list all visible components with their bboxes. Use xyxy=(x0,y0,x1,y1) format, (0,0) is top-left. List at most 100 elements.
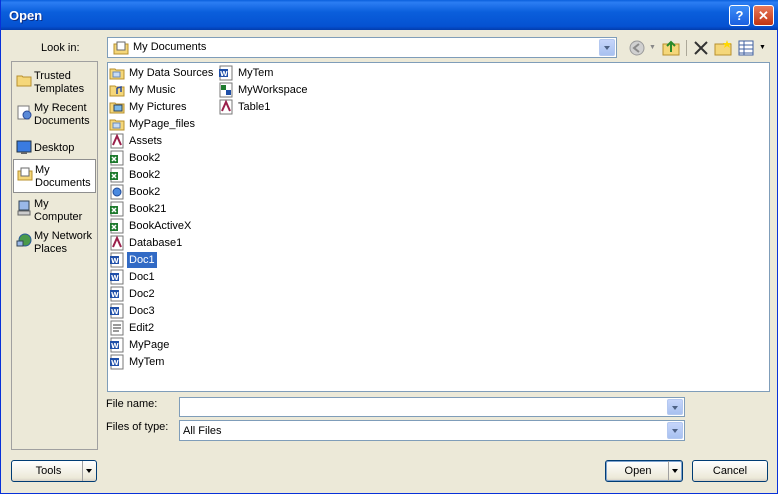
file-name: Edit2 xyxy=(129,322,155,334)
open-dropdown-icon[interactable] xyxy=(668,461,682,481)
file-name: Database1 xyxy=(129,237,183,249)
excel-file-icon xyxy=(110,218,124,234)
chevron-down-icon[interactable] xyxy=(599,39,615,56)
file-name: MyPage xyxy=(129,339,170,351)
word-file-icon: W xyxy=(110,337,124,353)
files-of-type-value: All Files xyxy=(183,425,222,437)
svg-text:W: W xyxy=(111,342,119,350)
file-name-label: File name: xyxy=(106,398,158,410)
word-file-icon: W xyxy=(110,269,124,285)
access-file-icon xyxy=(110,133,124,149)
open-label: Open xyxy=(624,465,652,477)
place-label: My Computer xyxy=(34,198,83,223)
close-icon: ✕ xyxy=(758,8,769,23)
word-file-icon: W xyxy=(110,354,124,370)
svg-text:W: W xyxy=(111,291,119,299)
file-name: My Music xyxy=(129,84,176,96)
title-bar: Open ? ✕ xyxy=(1,0,778,30)
svg-text:W: W xyxy=(111,359,119,367)
word-file-icon: W xyxy=(110,303,124,319)
music-folder-icon xyxy=(109,85,125,97)
file-name: Book2 xyxy=(129,152,161,164)
help-button[interactable]: ? xyxy=(729,5,750,26)
file-list[interactable]: My Data Sources My Music My Pictures MyPage… xyxy=(107,62,770,392)
access-file-icon xyxy=(110,235,124,251)
word-file-icon: W xyxy=(110,252,124,268)
folder-icon xyxy=(109,68,125,80)
up-folder-icon[interactable] xyxy=(661,38,681,58)
file-name: Doc1 xyxy=(129,271,155,283)
delete-icon[interactable] xyxy=(691,38,711,58)
close-button[interactable]: ✕ xyxy=(753,5,774,26)
file-name: Doc1 xyxy=(127,252,157,268)
word-file-icon: W xyxy=(219,65,233,81)
file-name: Book2 xyxy=(129,169,161,181)
pictures-folder-icon xyxy=(109,102,125,114)
file-name: Book2 xyxy=(129,186,161,198)
open-dialog: Open ? ✕ Look in: My Documents ▼ ▼ Trust… xyxy=(0,0,778,494)
excel-file-icon xyxy=(110,150,124,166)
recent-documents-icon xyxy=(17,105,32,120)
places-bar: Trusted Templates My Recent Documents De… xyxy=(11,61,98,450)
place-trusted-templates[interactable]: Trusted Templates xyxy=(13,66,96,100)
workspace-file-icon xyxy=(219,82,233,98)
back-dropdown-icon[interactable]: ▼ xyxy=(649,44,656,51)
file-name: MyTem xyxy=(129,356,165,368)
look-in-dropdown[interactable]: My Documents xyxy=(107,37,617,58)
file-name: My Pictures xyxy=(129,101,187,113)
place-label: Desktop xyxy=(34,142,75,154)
chevron-down-icon[interactable] xyxy=(667,399,683,415)
file-name: Assets xyxy=(129,135,163,147)
cancel-button[interactable]: Cancel xyxy=(692,460,768,482)
place-label: My Network Places xyxy=(34,230,93,255)
new-folder-icon[interactable] xyxy=(713,38,733,58)
tools-button[interactable]: Tools xyxy=(11,460,97,482)
files-of-type-dropdown[interactable]: All Files xyxy=(179,420,685,441)
place-my-recent-documents[interactable]: My Recent Documents xyxy=(13,98,96,132)
toolbar-separator xyxy=(686,40,687,56)
svg-text:W: W xyxy=(111,257,119,265)
views-dropdown-icon[interactable]: ▼ xyxy=(759,44,766,51)
network-icon xyxy=(16,233,32,247)
form-file-icon xyxy=(110,320,124,336)
desktop-icon xyxy=(16,140,32,154)
tools-label: Tools xyxy=(35,465,62,477)
look-in-value: My Documents xyxy=(133,41,207,53)
file-name: MyPage_files xyxy=(129,118,196,130)
svg-text:W: W xyxy=(111,274,119,282)
cancel-label: Cancel xyxy=(712,465,748,477)
excel-file-icon xyxy=(110,201,124,217)
my-documents-icon xyxy=(17,167,33,181)
my-documents-icon xyxy=(113,41,129,55)
computer-icon xyxy=(17,200,31,216)
place-my-computer[interactable]: My Computer xyxy=(13,194,96,228)
tools-dropdown-icon[interactable] xyxy=(82,461,96,481)
folder-icon xyxy=(16,75,32,87)
place-label: Trusted Templates xyxy=(34,70,85,95)
window-title: Open xyxy=(9,8,43,23)
file-name-input[interactable] xyxy=(179,397,685,417)
file-name: BookActiveX xyxy=(129,220,192,232)
folder-icon xyxy=(109,119,125,131)
file-name: MyTem xyxy=(238,67,274,79)
file-name: MyWorkspace xyxy=(238,84,308,96)
views-icon[interactable] xyxy=(737,38,757,58)
svg-text:W: W xyxy=(111,308,119,316)
back-icon[interactable] xyxy=(627,38,647,58)
excel-file-icon xyxy=(110,167,124,183)
place-label: My Documents xyxy=(35,164,91,189)
chevron-down-icon[interactable] xyxy=(667,422,683,439)
file-name: Doc2 xyxy=(129,288,155,300)
place-my-network-places[interactable]: My Network Places xyxy=(13,226,96,260)
file-name: Doc3 xyxy=(129,305,155,317)
place-label: My Recent Documents xyxy=(34,102,90,127)
look-in-label: Look in: xyxy=(41,42,80,54)
file-name: Book21 xyxy=(129,203,167,215)
files-of-type-label: Files of type: xyxy=(106,421,169,433)
open-button[interactable]: Open xyxy=(605,460,683,482)
help-icon: ? xyxy=(735,8,744,23)
web-page-icon xyxy=(110,184,124,200)
place-my-documents[interactable]: My Documents xyxy=(13,159,96,193)
access-file-icon xyxy=(219,99,233,115)
word-file-icon: W xyxy=(110,286,124,302)
